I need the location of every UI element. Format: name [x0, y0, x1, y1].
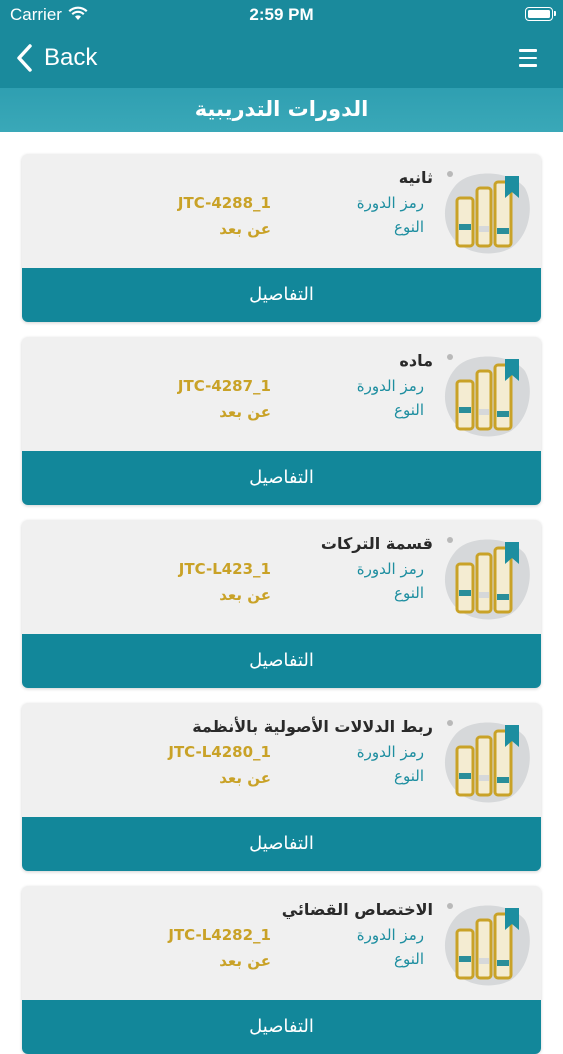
course-type-label: النوع [394, 401, 424, 419]
course-type-label: النوع [394, 218, 424, 236]
course-title: ماده [399, 351, 433, 370]
bullet-dot [447, 354, 453, 360]
course-code-value: JTC-4288_1 [177, 194, 271, 212]
details-button[interactable]: التفاصيل [22, 451, 541, 505]
page-title: الدورات التدريبية [0, 88, 563, 132]
course-type-value: عن بعد [219, 220, 271, 238]
course-code-value: JTC-4287_1 [177, 377, 271, 395]
bullet-dot [447, 537, 453, 543]
course-type-value: عن بعد [219, 952, 271, 970]
course-code-label: رمز الدورة [356, 194, 424, 212]
course-card: الاختصاص القضائي رمز الدورة النوع JTC-L4… [22, 886, 541, 1054]
battery-icon [525, 7, 556, 21]
back-label: Back [44, 44, 98, 71]
course-card: ربط الدلالات الأصولية بالأنظمة رمز الدور… [22, 703, 541, 871]
details-button[interactable]: التفاصيل [22, 817, 541, 871]
course-code-label: رمز الدورة [356, 560, 424, 578]
hamburger-menu-icon[interactable] [519, 49, 537, 67]
course-type-label: النوع [394, 584, 424, 602]
course-type-value: عن بعد [219, 403, 271, 421]
course-type-label: النوع [394, 950, 424, 968]
course-type-value: عن بعد [219, 586, 271, 604]
course-books-icon [444, 539, 530, 620]
back-chevron-icon [17, 44, 32, 72]
course-code-value: JTC-L4280_1 [168, 743, 271, 761]
bullet-dot [447, 720, 453, 726]
course-title: قسمة التركات [320, 534, 433, 553]
bullet-dot [447, 903, 453, 909]
bullet-dot [447, 171, 453, 177]
course-code-label: رمز الدورة [356, 377, 424, 395]
course-books-icon [444, 722, 530, 803]
course-title: ثانيه [398, 168, 433, 187]
course-title: الاختصاص القضائي [281, 900, 433, 919]
navigation-bar: Back [0, 30, 563, 88]
course-card: ماده رمز الدورة النوع JTC-4287_1 عن بعد … [22, 337, 541, 505]
course-code-label: رمز الدورة [356, 743, 424, 761]
course-type-label: النوع [394, 767, 424, 785]
details-button[interactable]: التفاصيل [22, 634, 541, 688]
course-type-value: عن بعد [219, 769, 271, 787]
course-books-icon [444, 173, 530, 254]
course-card: قسمة التركات رمز الدورة النوع JTC-L423_1… [22, 520, 541, 688]
course-books-icon [444, 356, 530, 437]
course-card: ثانيه رمز الدورة النوع JTC-4288_1 عن بعد… [22, 154, 541, 322]
status-bar: Carrier 2:59 PM [0, 0, 563, 30]
status-time: 2:59 PM [249, 5, 314, 24]
course-code-value: JTC-L423_1 [178, 560, 271, 578]
course-title: ربط الدلالات الأصولية بالأنظمة [192, 717, 433, 736]
course-books-icon [444, 905, 530, 986]
details-button[interactable]: التفاصيل [22, 268, 541, 322]
back-button[interactable]: Back [14, 40, 97, 76]
course-code-value: JTC-L4282_1 [168, 926, 271, 944]
details-button[interactable]: التفاصيل [22, 1000, 541, 1054]
course-code-label: رمز الدورة [356, 926, 424, 944]
